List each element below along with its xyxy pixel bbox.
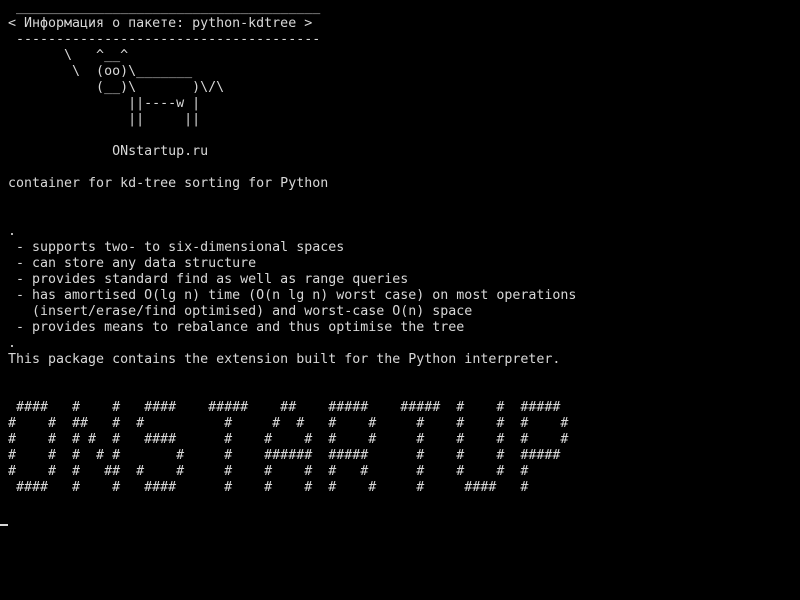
- description-line: - can store any data structure: [8, 256, 257, 271]
- description-line: - supports two- to six-dimensional space…: [8, 240, 345, 255]
- description-line: - provides means to rebalance and thus o…: [8, 320, 465, 335]
- banner-art-line: # # # # # #### # # # # # # # # # #: [8, 432, 569, 447]
- cow-art-line: (__)\ )\/\: [8, 80, 225, 95]
- speech-bubble-top-border: ______________________________________: [8, 0, 321, 15]
- package-summary: container for kd-tree sorting for Python: [8, 176, 329, 191]
- description-line: - provides standard find as well as rang…: [8, 272, 409, 287]
- cow-art-line: \ ^__^: [8, 48, 129, 63]
- site-credit: ONstartup.ru: [8, 144, 209, 159]
- banner-art-line: #### # # #### # # # # # # #### #: [8, 480, 529, 495]
- banner-art-line: # # ## # # # # # # # # # # # #: [8, 416, 569, 431]
- description-line: - has amortised O(lg n) time (O(n lg n) …: [8, 288, 577, 303]
- description-line: .: [8, 336, 17, 351]
- cow-art-line: ||----w |: [8, 96, 201, 111]
- cow-art-line: || ||: [8, 112, 201, 127]
- banner-art-line: #### # # #### ##### ## ##### ##### # # #…: [8, 400, 561, 415]
- banner-art-line: # # # ## # # # # # # # # # # #: [8, 464, 529, 479]
- speech-bubble-bottom-border: --------------------------------------: [8, 32, 321, 47]
- cow-art-line: \ (oo)\_______: [8, 64, 193, 79]
- terminal-window[interactable]: ______________________________________ < …: [0, 0, 800, 600]
- description-line: (insert/erase/find optimised) and worst-…: [8, 304, 473, 319]
- terminal-output: ______________________________________ < …: [8, 0, 576, 496]
- banner-art-line: # # # # # # # ###### ##### # # # #####: [8, 448, 561, 463]
- text-cursor[interactable]: [0, 524, 8, 526]
- speech-bubble-text: < Информация о пакете: python-kdtree >: [8, 16, 313, 31]
- description-line: .: [8, 224, 17, 239]
- description-line: This package contains the extension buil…: [8, 352, 561, 367]
